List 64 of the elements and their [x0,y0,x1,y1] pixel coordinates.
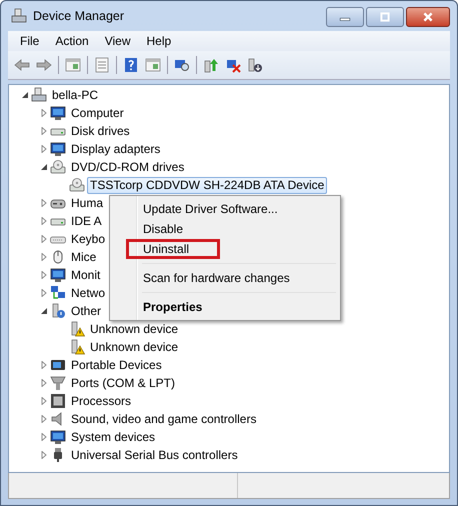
tree-item[interactable]: Universal Serial Bus controllers [68,446,241,464]
disc-drive-icon [69,177,85,193]
forward-arrow-icon[interactable] [36,57,52,73]
tree-item[interactable]: Disk drives [68,122,133,140]
menu-option[interactable]: Uninstall [126,239,220,259]
unknown-device-icon [50,303,66,319]
uninstall-icon[interactable] [225,57,241,73]
monitor-icon [50,105,66,121]
menu-option[interactable]: Update Driver Software... [112,199,338,219]
close-button[interactable] [406,7,450,27]
disc-drive-icon [50,159,66,175]
monitor-icon [50,141,66,157]
tree-item[interactable]: Netwo [68,284,108,302]
pane-icon[interactable] [145,57,161,73]
disable-device-icon[interactable] [247,57,263,73]
port-icon [50,375,66,391]
expand-arrow-icon[interactable] [21,91,29,99]
tree-item[interactable]: Keybo [68,230,108,248]
pane-icon[interactable] [65,57,81,73]
tree-item[interactable]: bella-PC [49,86,102,104]
menu-item[interactable]: File [12,34,48,48]
scan-monitor-icon[interactable] [174,57,190,73]
menu-option[interactable]: Scan for hardware changes [112,268,338,288]
back-arrow-icon[interactable] [14,57,30,73]
network-icon [50,285,66,301]
device-screen-icon [50,357,66,373]
tree-item[interactable]: TSSTcorp CDDVDW SH-224DB ATA Device [87,176,328,194]
tree-item[interactable]: Portable Devices [68,356,165,374]
update-driver-icon[interactable] [203,57,219,73]
window-title: Device Manager [33,9,124,23]
tree-item[interactable]: Ports (COM & LPT) [68,374,178,392]
tree-item[interactable]: Other [68,302,104,320]
menu-item[interactable]: Action [47,34,97,48]
tree-item[interactable]: Monit [68,266,104,284]
tree-item[interactable]: IDE A [68,212,105,230]
tree-item[interactable]: Unknown device [87,320,182,338]
warning-device-icon [69,339,85,355]
monitor-icon [50,267,66,283]
help-icon[interactable] [123,57,139,73]
document-icon[interactable] [94,57,110,73]
menu-option[interactable]: Properties [112,297,338,317]
tree-item[interactable]: Computer [68,104,127,122]
menu-option[interactable]: Disable [112,219,338,239]
maximize-icon [379,12,391,22]
expand-arrow-icon[interactable] [40,307,48,315]
tree-item[interactable]: Unknown device [87,338,182,356]
close-icon [422,12,434,22]
tree-item[interactable]: Processors [68,392,134,410]
chip-icon [50,393,66,409]
minimize-button[interactable] [326,7,364,27]
tree-item[interactable]: DVD/CD-ROM drives [68,158,188,176]
tree-item[interactable]: Sound, video and game controllers [68,410,260,428]
tree-item[interactable]: System devices [68,428,158,446]
warning-device-icon [69,321,85,337]
computer-icon [11,8,27,24]
maximize-button[interactable] [366,7,404,27]
menu-item[interactable]: Help [138,34,180,48]
menu-item[interactable]: View [96,34,138,48]
monitor-icon [50,429,66,445]
tree-item[interactable]: Huma [68,194,106,212]
computer-icon [31,87,47,103]
tree-item[interactable]: Mice [68,248,100,266]
tree-item[interactable]: Display adapters [68,140,164,158]
expand-arrow-icon[interactable] [40,163,48,171]
